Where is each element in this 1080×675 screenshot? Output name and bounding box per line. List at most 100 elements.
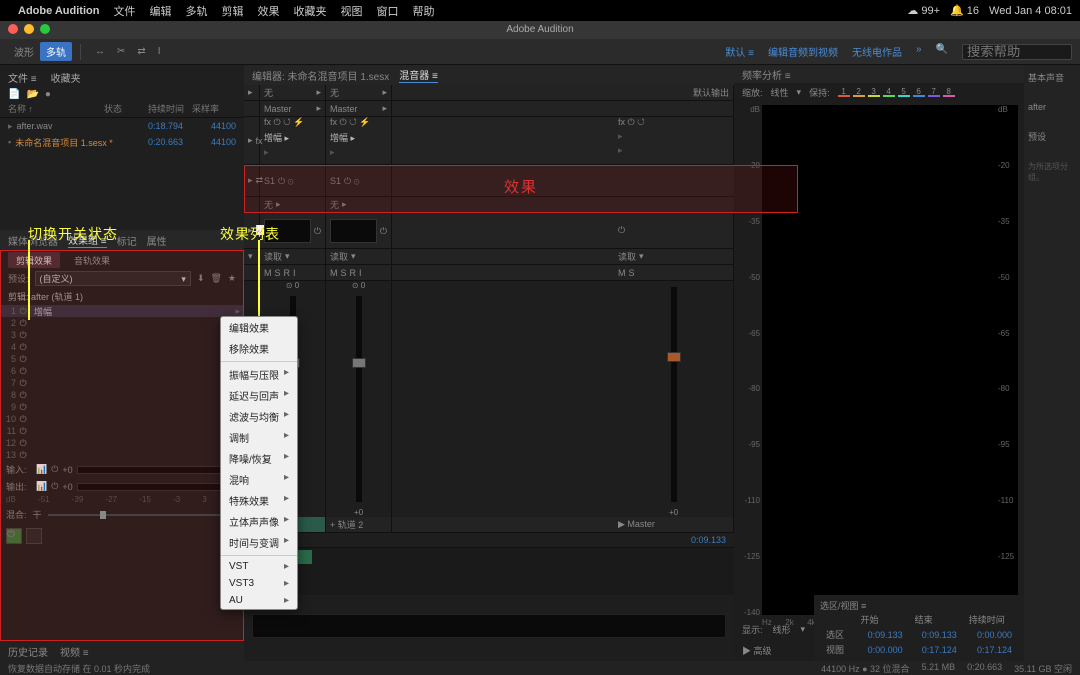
hold-slot[interactable]: 2 [853, 87, 865, 97]
col-sr[interactable]: 采样率 [192, 102, 236, 115]
mute-button[interactable]: M [330, 268, 338, 278]
hold-slot[interactable]: 8 [943, 87, 955, 97]
menu-stereo[interactable]: 立体声声像▸ [221, 511, 297, 532]
tab-history[interactable]: 历史记录 [8, 644, 48, 659]
menu-amplitude[interactable]: 振幅与压限▸ [221, 364, 297, 385]
hold-slot[interactable]: 3 [868, 87, 880, 97]
tab-properties[interactable]: 属性 [147, 233, 167, 248]
fader[interactable] [356, 296, 362, 502]
menu-effects[interactable]: 效果 [257, 3, 279, 19]
menu-filter-eq[interactable]: 滤波与均衡▸ [221, 406, 297, 427]
search-icon[interactable]: 🔍 [936, 44, 948, 60]
zoom-icon[interactable] [40, 24, 50, 34]
menu-noise-reduction[interactable]: 降噪/恢复▸ [221, 448, 297, 469]
insert-name[interactable]: 增幅 [264, 133, 282, 143]
menu-multitrack[interactable]: 多轨 [185, 3, 207, 19]
mute-button[interactable]: M [618, 268, 626, 278]
menu-window[interactable]: 窗口 [376, 3, 398, 19]
hold-slot[interactable]: 6 [913, 87, 925, 97]
strip-output[interactable]: Master [264, 104, 292, 114]
chevron-right-icon[interactable]: ▸ [248, 135, 253, 146]
search-input[interactable] [962, 44, 1072, 60]
solo-button[interactable]: S [341, 268, 347, 278]
col-name[interactable]: 名称 ↑ [8, 102, 104, 115]
eq-thumb[interactable] [330, 219, 377, 243]
chevron-down-icon[interactable]: ▾ [248, 251, 253, 262]
menu-vst[interactable]: VST▸ [221, 558, 297, 575]
menu-remove-effect[interactable]: 移除效果 [221, 338, 297, 359]
record-button[interactable]: R [284, 268, 291, 278]
favorites-label[interactable]: 收藏夹 [51, 70, 81, 85]
mixer-tab[interactable]: 混音器 ≡ [399, 67, 438, 83]
insert-name[interactable]: 增幅 [330, 133, 348, 143]
fx-power-icon[interactable]: ⏻ [274, 117, 281, 127]
strip-input[interactable]: 无 [264, 86, 273, 99]
mix-slider[interactable] [48, 514, 223, 516]
close-icon[interactable] [8, 24, 18, 34]
multitrack-tab[interactable]: 多轨 [40, 42, 72, 61]
workspace-default[interactable]: 默认 ≡ [725, 44, 754, 60]
record-icon[interactable]: ● [45, 89, 51, 100]
hold-slot[interactable]: 1 [838, 87, 850, 97]
advanced-toggle[interactable]: ▶ 高级 [742, 644, 772, 657]
link-audio-video[interactable]: 编辑音频到视频 [768, 44, 838, 60]
fader[interactable] [671, 287, 677, 502]
open-file-icon[interactable]: 📂 [26, 89, 38, 100]
link-radio[interactable]: 无线电作品 [852, 44, 902, 60]
menu-edit-effect[interactable]: 编辑效果 [221, 317, 297, 338]
mute-button[interactable]: M [264, 268, 272, 278]
hold-slot[interactable]: 5 [898, 87, 910, 97]
menu-vst3[interactable]: VST3▸ [221, 575, 297, 592]
solo-button[interactable]: S [629, 268, 635, 278]
text-tool-icon[interactable]: I [152, 44, 167, 59]
menu-clip[interactable]: 剪辑 [221, 3, 243, 19]
record-button[interactable]: R [350, 268, 357, 278]
solo-button[interactable]: S [275, 268, 281, 278]
menu-fav[interactable]: 收藏夹 [293, 3, 326, 19]
col-status[interactable]: 状态 [104, 102, 148, 115]
tab-frequency-analysis[interactable]: 频率分析 ≡ [742, 67, 791, 82]
tab-markers[interactable]: 标记 [117, 233, 137, 248]
automation-mode[interactable]: 读取 [264, 250, 282, 263]
menu-help[interactable]: 帮助 [412, 3, 434, 19]
file-row[interactable]: ▸ after.wav 0:18.794 44100 [0, 118, 244, 134]
menu-reverb[interactable]: 混响▸ [221, 469, 297, 490]
menu-au[interactable]: AU▸ [221, 592, 297, 609]
move-tool-icon[interactable]: ↔ [89, 44, 111, 59]
automation-mode[interactable]: 读取 [330, 250, 348, 263]
hold-slot[interactable]: 7 [928, 87, 940, 97]
default-output[interactable]: 默认输出 [693, 86, 729, 99]
menu-view[interactable]: 视图 [340, 3, 362, 19]
hold-slot[interactable]: 4 [883, 87, 895, 97]
editor-tab[interactable]: 编辑器: 未命名混音项目 1.sesx [252, 68, 389, 83]
files-menu[interactable]: 文件 ≡ [8, 70, 37, 85]
strip-input[interactable]: 无 [330, 86, 339, 99]
file-row[interactable]: ▪ 未命名混音项目 1.sesx * 0:20.663 44100 [0, 134, 244, 150]
panel-title[interactable]: 选区/视图 ≡ [820, 599, 1018, 612]
menu-special[interactable]: 特殊效果▸ [221, 490, 297, 511]
menu-file[interactable]: 文件 [113, 3, 135, 19]
menu-edit[interactable]: 编辑 [149, 3, 171, 19]
file-name: after.wav [17, 121, 148, 131]
tab-video[interactable]: 视频 ≡ [60, 644, 89, 659]
razor-tool-icon[interactable]: ✂ [111, 44, 131, 59]
menu-time-pitch[interactable]: 时间与变调▸ [221, 532, 297, 553]
levels-panel-label[interactable]: 电平 ≡ [244, 595, 734, 614]
scale-dropdown[interactable]: 线性 [771, 86, 789, 99]
track-name[interactable]: + 轨道 2 [326, 517, 392, 532]
more-icon[interactable]: » [916, 44, 922, 60]
minimize-icon[interactable] [24, 24, 34, 34]
fx-power-icon[interactable]: ⏻ [628, 117, 635, 127]
app-name[interactable]: Adobe Audition [18, 5, 99, 17]
menu-modulation[interactable]: 调制▸ [221, 427, 297, 448]
chevron-right-icon[interactable]: ▸ [248, 87, 253, 98]
slip-tool-icon[interactable]: ⇄ [131, 44, 151, 59]
essential-sound-panel: 基本声音 after 预设 为所选项分组。 [1024, 65, 1080, 661]
menu-delay[interactable]: 延迟与回声▸ [221, 385, 297, 406]
master-track-name[interactable]: ▶ Master [614, 517, 734, 532]
fx-power-icon[interactable]: ⏻ [340, 117, 347, 127]
waveform-tab[interactable]: 波形 [8, 42, 40, 61]
strip-output[interactable]: Master [330, 104, 358, 114]
col-duration[interactable]: 持续时间 [148, 102, 192, 115]
new-file-icon[interactable]: 📄 [8, 89, 20, 100]
